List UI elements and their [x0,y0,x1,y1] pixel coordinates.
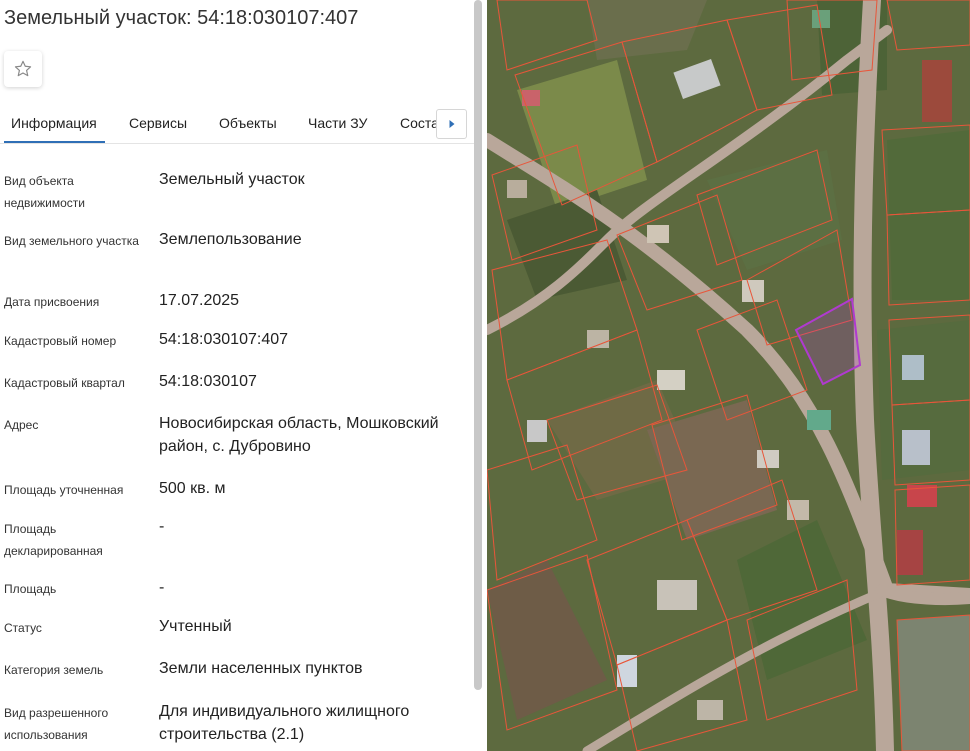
tab-parts[interactable]: Части ЗУ [308,115,367,131]
value-land-type: Землепользование [159,231,302,248]
panel-scrollbar[interactable] [474,0,482,690]
value-object-type: Земельный участок [159,171,305,188]
label-land-category: Категория земель [4,663,104,677]
value-cadastral-number[interactable]: 54:18:030107:407 [159,328,459,351]
tab-bar: Информация Сервисы Объекты Части ЗУ Сост… [0,103,474,144]
active-tab-indicator [4,141,105,143]
label-assign-date: Дата присвоения [4,295,100,309]
value-cadastral-quarter[interactable]: 54:18:030107 [159,370,459,393]
map-view[interactable] [487,0,970,751]
label-permitted-use: Вид разрешенного использования [4,706,109,742]
value-area-declared: - [159,518,165,535]
label-cadastral-number: Кадастровый номер [4,334,117,348]
label-address: Адрес [4,418,39,432]
tab-scroll-right-button[interactable] [436,109,467,139]
satellite-map[interactable] [487,0,970,751]
label-area-specified: Площадь уточненная [4,483,124,497]
value-area-specified: 500 кв. м [159,480,226,497]
chevron-right-icon [449,120,454,128]
label-land-type: Вид земельного участка [4,234,139,248]
label-area: Площадь [4,582,57,596]
tab-information[interactable]: Информация [11,115,97,131]
value-land-category: Земли населенных пунктов [159,660,363,677]
tab-services[interactable]: Сервисы [129,115,187,131]
page-title: Земельный участок: 54:18:030107:407 [4,7,359,29]
value-area: - [159,579,165,596]
label-cadastral-quarter: Кадастровый квартал [4,376,125,390]
favorite-button[interactable] [4,51,42,87]
value-assign-date: 17.07.2025 [159,292,240,309]
value-status: Учтенный [159,618,232,635]
label-object-type: Вид объекта недвижимости [4,174,85,210]
label-area-declared: Площадь декларированная [4,522,103,558]
tab-composition[interactable]: Соста [400,115,439,131]
info-panel: Земельный участок: 54:18:030107:407 Инфо… [0,0,478,751]
tab-objects[interactable]: Объекты [219,115,277,131]
label-status: Статус [4,621,42,635]
value-address: Новосибирская область, Мошковский район,… [159,415,439,455]
value-permitted-use: Для индивидуального жилищного строительс… [159,703,410,743]
star-outline-icon [14,60,32,77]
